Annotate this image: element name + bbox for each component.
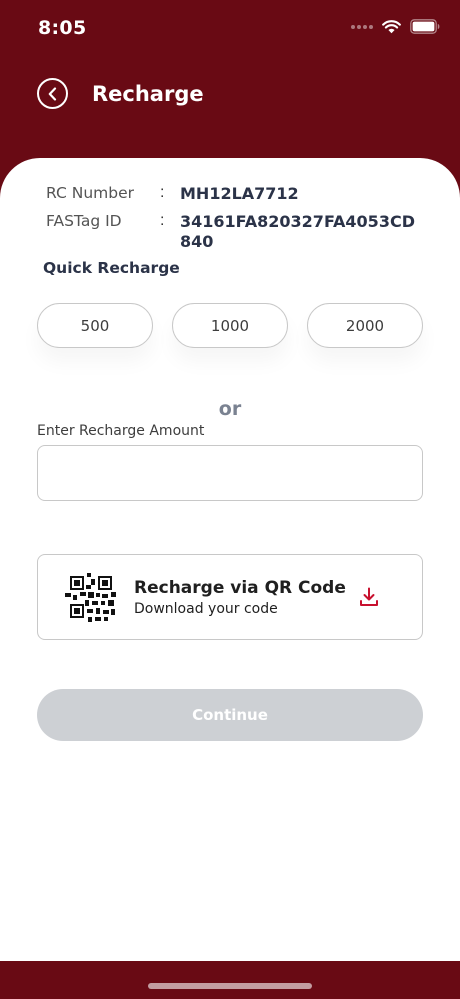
wifi-icon [382, 19, 401, 33]
page-title: Recharge [92, 82, 204, 106]
qr-recharge-card[interactable]: Recharge via QR Code Download your code [37, 554, 423, 640]
cellular-signal-icon [351, 24, 373, 29]
qr-code-icon [61, 567, 121, 627]
app-header: Recharge [0, 72, 460, 118]
quick-recharge-options: 500 1000 2000 [37, 303, 423, 348]
fastag-id-value: 34161FA820327FA4053CD840 [180, 212, 415, 251]
recharge-amount-input[interactable] [37, 445, 423, 501]
qr-card-subtitle: Download your code [134, 601, 278, 617]
fastag-id-separator: : [160, 212, 165, 229]
quick-amount-2000-button[interactable]: 2000 [307, 303, 423, 348]
recharge-sheet: RC Number : MH12LA7712 FASTag ID : 34161… [0, 158, 460, 961]
quick-amount-500-button[interactable]: 500 [37, 303, 153, 348]
rc-number-label: RC Number [46, 184, 135, 202]
download-icon[interactable] [358, 586, 380, 608]
rc-number-row: RC Number : MH12LA7712 [46, 184, 420, 204]
quick-amount-1000-button[interactable]: 1000 [172, 303, 288, 348]
rc-number-value: MH12LA7712 [180, 184, 299, 203]
qr-card-title: Recharge via QR Code [134, 578, 346, 598]
status-bar: 8:05 [0, 0, 460, 56]
rc-number-separator: : [160, 184, 165, 201]
recharge-amount-label: Enter Recharge Amount [37, 423, 205, 439]
battery-icon [410, 19, 440, 34]
back-button[interactable] [37, 78, 68, 109]
quick-recharge-title: Quick Recharge [43, 259, 180, 277]
continue-button[interactable]: Continue [37, 689, 423, 741]
status-time: 8:05 [38, 17, 87, 39]
home-indicator [148, 983, 312, 989]
fastag-id-row: FASTag ID : 34161FA820327FA4053CD840 [46, 212, 420, 252]
fastag-id-label: FASTag ID [46, 212, 122, 230]
chevron-left-icon [48, 86, 56, 101]
or-divider: or [218, 398, 242, 420]
status-icons [351, 19, 440, 34]
